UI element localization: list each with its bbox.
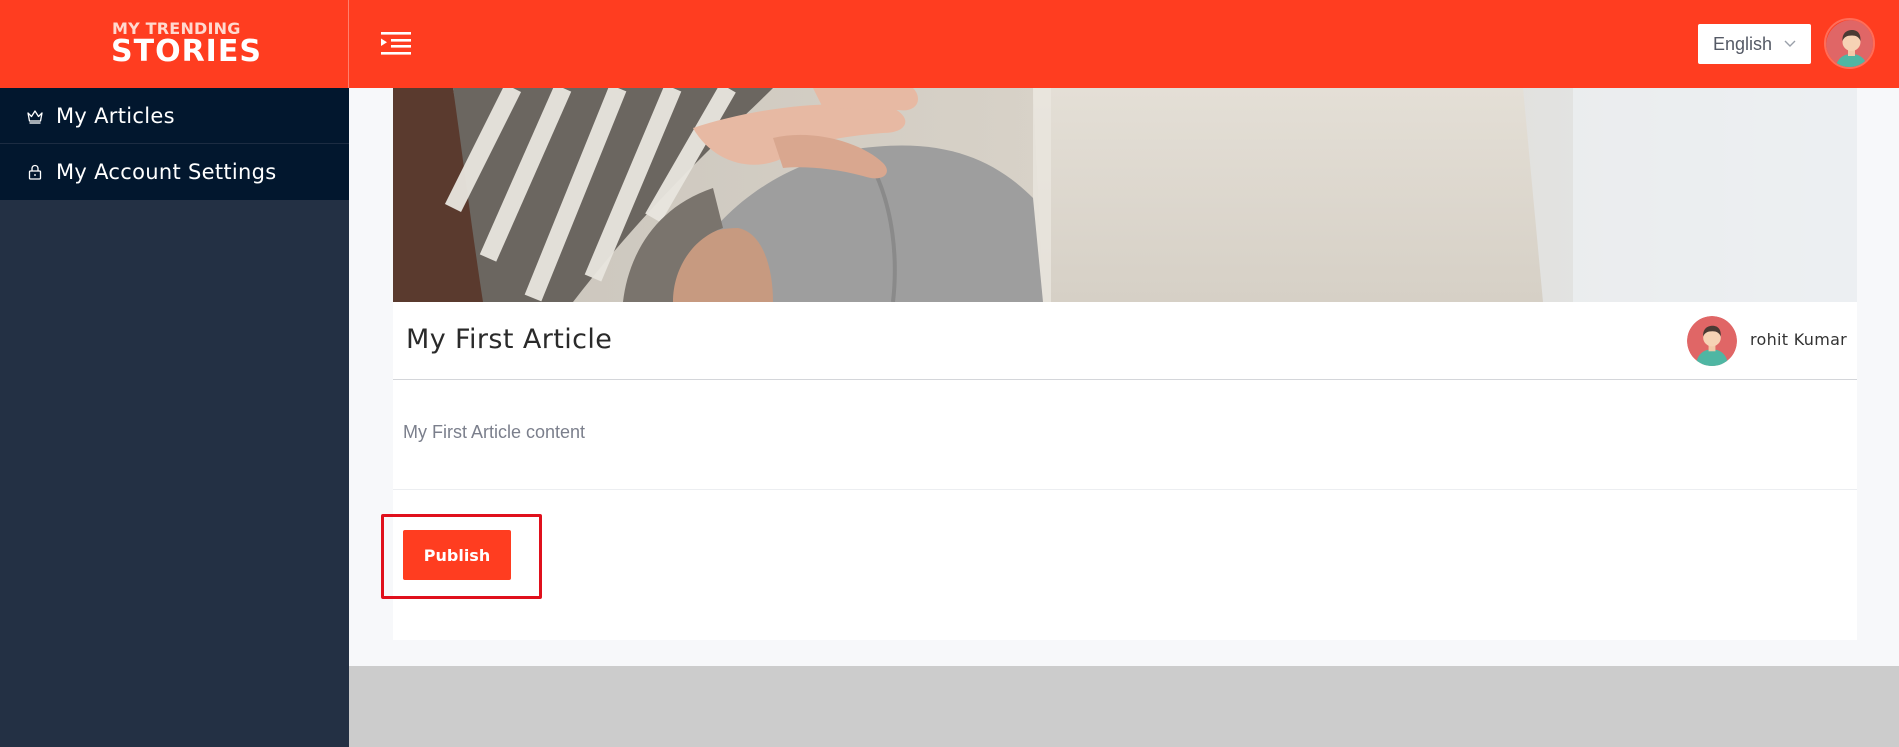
sidebar-item-label: My Articles bbox=[56, 103, 175, 128]
brand-logo[interactable]: MY TRENDING STORIES bbox=[0, 0, 349, 88]
article-title: My First Article bbox=[406, 324, 613, 355]
article-content: My First Article content bbox=[403, 422, 586, 442]
brand-name: STORIES bbox=[111, 34, 262, 69]
author-avatar bbox=[1687, 316, 1737, 366]
chevron-down-icon bbox=[1784, 40, 1796, 47]
menu-toggle-icon[interactable] bbox=[381, 30, 411, 56]
footer-area bbox=[349, 666, 1899, 747]
crown-icon bbox=[27, 109, 43, 124]
divider bbox=[393, 489, 1857, 490]
top-bar: MY TRENDING STORIES English bbox=[0, 0, 1899, 88]
sidebar-item-my-articles[interactable]: My Articles bbox=[0, 88, 349, 144]
sidebar: My Articles My Account Settings bbox=[0, 88, 349, 747]
author-name: rohit Kumar bbox=[1750, 330, 1848, 349]
language-select-value: English bbox=[1713, 33, 1773, 54]
language-select[interactable]: English bbox=[1698, 24, 1811, 64]
lock-icon bbox=[28, 164, 42, 180]
sidebar-item-account-settings[interactable]: My Account Settings bbox=[0, 144, 349, 200]
article-card: My First Article rohit Kumar My First Ar… bbox=[393, 88, 1857, 640]
article-hero-image bbox=[393, 88, 1857, 302]
publish-button[interactable]: Publish bbox=[403, 530, 511, 580]
sidebar-item-label: My Account Settings bbox=[56, 160, 277, 184]
article-header: My First Article rohit Kumar bbox=[393, 302, 1857, 380]
user-avatar[interactable] bbox=[1824, 18, 1875, 69]
